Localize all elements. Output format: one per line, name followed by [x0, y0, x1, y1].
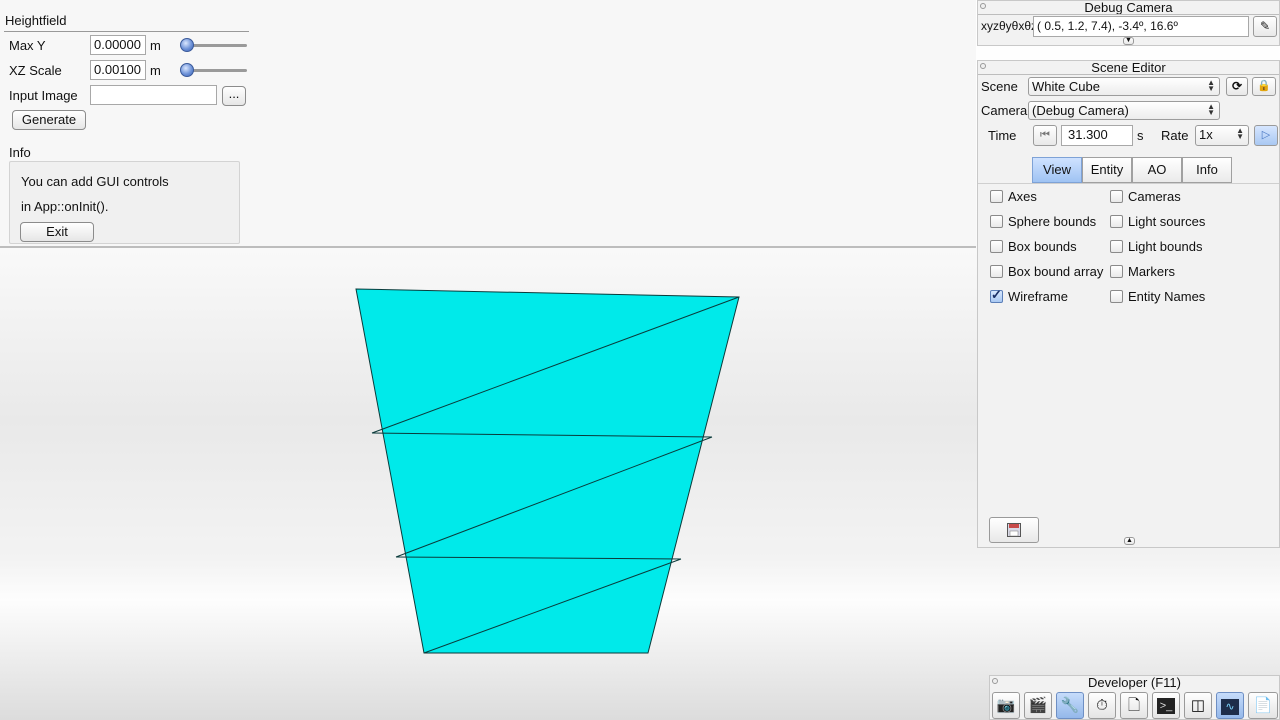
tab-entity[interactable]: Entity	[1082, 157, 1132, 183]
time-input[interactable]: 31.300	[1061, 125, 1133, 146]
clock-icon[interactable]: ⏱	[1088, 692, 1116, 719]
debug-camera-title: Debug Camera	[1084, 0, 1173, 15]
rate-select-value: 1x	[1199, 127, 1213, 142]
terminal-screen: >_	[1157, 698, 1175, 714]
cameras-checkbox[interactable]	[1110, 190, 1123, 203]
max-y-unit: m	[150, 38, 161, 53]
pencil-icon[interactable]: ✎	[1253, 16, 1277, 37]
input-image-label: Input Image	[9, 88, 78, 103]
scene-editor-panel: Scene Editor Scene White Cube ▲ ▼ ⟳ 🔒 Cam…	[977, 60, 1280, 548]
camera-icon[interactable]: 📷	[992, 692, 1020, 719]
camera-coordinates-input[interactable]: ( 0.5, 1.2, 7.4), -3.4º, 16.6º	[1033, 16, 1249, 37]
info-title: Info	[9, 145, 31, 160]
heightfield-panel: Heightfield Max Y 0.00000 m XZ Scale 0.0…	[0, 0, 976, 248]
scene-select[interactable]: White Cube ▲ ▼	[1028, 77, 1220, 96]
down-triangle-icon[interactable]: ▼	[1123, 37, 1134, 45]
tab-info[interactable]: Info	[1182, 157, 1232, 183]
graph-screen: ∿	[1221, 699, 1239, 715]
generate-button[interactable]: Generate	[12, 110, 86, 130]
light-sources-label: Light sources	[1128, 214, 1206, 229]
info-line-2: in App::onInit().	[21, 199, 109, 214]
updown-arrows-icon: ▲ ▼	[1207, 102, 1215, 117]
developer-title: Developer (F11)	[1088, 675, 1181, 690]
window-layout-icon[interactable]: ◫	[1184, 692, 1212, 719]
title-divider	[4, 31, 249, 32]
up-triangle-icon[interactable]: ▲	[1124, 537, 1135, 545]
tools-icon[interactable]: 🔧	[1056, 692, 1084, 719]
max-y-slider-knob[interactable]	[180, 38, 194, 52]
heightfield-title: Heightfield	[5, 13, 67, 28]
wireframe-checkbox[interactable]: ✓	[990, 287, 1003, 303]
light-bounds-label: Light bounds	[1128, 239, 1203, 254]
camera-label: Camera	[981, 103, 1028, 118]
xz-scale-slider-knob[interactable]	[180, 63, 194, 77]
profiler-graph-icon[interactable]: ∿	[1216, 692, 1244, 719]
developer-panel: Developer (F11) 📷 🎬 🔧 ⏱ 🗋 >_ ◫ ∿ 📄	[989, 675, 1280, 720]
light-bounds-checkbox[interactable]	[1110, 240, 1123, 253]
mesh-quad	[355, 288, 740, 654]
time-label: Time	[988, 128, 1017, 143]
debug-camera-panel: Debug Camera xyzθyθxθz ( 0.5, 1.2, 7.4),…	[977, 0, 1280, 46]
terminal-icon[interactable]: >_	[1152, 692, 1180, 719]
scene-select-value: White Cube	[1032, 79, 1100, 94]
light-sources-checkbox[interactable]	[1110, 215, 1123, 228]
film-clapper-icon[interactable]: 🎬	[1024, 692, 1052, 719]
browse-button[interactable]: ...	[222, 86, 246, 106]
box-bounds-checkbox[interactable]	[990, 240, 1003, 253]
input-image-field[interactable]	[90, 85, 217, 105]
markers-label: Markers	[1128, 264, 1175, 279]
cameras-label: Cameras	[1128, 189, 1181, 204]
updown-arrows-icon: ▲ ▼	[1236, 126, 1244, 141]
xz-scale-unit: m	[150, 63, 161, 78]
axes-checkbox[interactable]	[990, 190, 1003, 203]
new-file-icon[interactable]: 🗋	[1120, 692, 1148, 719]
axes-label: Axes	[1008, 189, 1037, 204]
time-unit: s	[1137, 128, 1144, 143]
reload-icon[interactable]: ⟳	[1226, 77, 1248, 96]
box-bounds-label: Box bounds	[1008, 239, 1077, 254]
max-y-label: Max Y	[9, 38, 46, 53]
rate-label: Rate	[1161, 128, 1189, 143]
camera-select-value: (Debug Camera)	[1032, 103, 1129, 118]
title-divider	[978, 14, 1279, 15]
info-line-1: You can add GUI controls	[21, 174, 169, 189]
sphere-bounds-label: Sphere bounds	[1008, 214, 1097, 229]
camera-axis-label: xyzθyθxθz	[981, 19, 1038, 33]
xz-scale-label: XZ Scale	[9, 63, 62, 78]
sphere-bounds-checkbox[interactable]	[990, 215, 1003, 228]
save-icon[interactable]	[989, 517, 1039, 543]
wireframe-label: Wireframe	[1008, 289, 1068, 304]
box-bound-array-label: Box bound array	[1008, 264, 1104, 279]
floppy-disk-icon	[1007, 523, 1021, 537]
box-bound-array-checkbox[interactable]	[990, 265, 1003, 278]
rate-select[interactable]: 1x ▲ ▼	[1195, 125, 1249, 146]
exit-button[interactable]: Exit	[20, 222, 94, 242]
info-box: You can add GUI controls in App::onInit(…	[9, 161, 240, 244]
tab-divider	[978, 183, 1279, 184]
play-icon[interactable]: ▷	[1254, 125, 1278, 146]
title-divider	[978, 74, 1279, 75]
checkmark-icon: ✓	[991, 287, 1002, 302]
entity-names-checkbox[interactable]	[1110, 290, 1123, 303]
tab-view[interactable]: View	[1032, 157, 1082, 183]
camera-select[interactable]: (Debug Camera) ▲ ▼	[1028, 101, 1220, 120]
max-y-input[interactable]: 0.00000	[90, 35, 146, 55]
tab-ao[interactable]: AO	[1132, 157, 1182, 183]
markers-checkbox[interactable]	[1110, 265, 1123, 278]
document-icon[interactable]: 📄	[1248, 692, 1278, 719]
entity-names-label: Entity Names	[1128, 289, 1206, 304]
updown-arrows-icon: ▲ ▼	[1207, 78, 1215, 93]
scene-editor-title: Scene Editor	[1091, 60, 1166, 75]
xz-scale-input[interactable]: 0.00100	[90, 60, 146, 80]
lock-icon[interactable]: 🔒	[1252, 77, 1276, 96]
rewind-icon[interactable]: ⏮	[1033, 125, 1057, 146]
scene-label: Scene	[981, 79, 1018, 94]
